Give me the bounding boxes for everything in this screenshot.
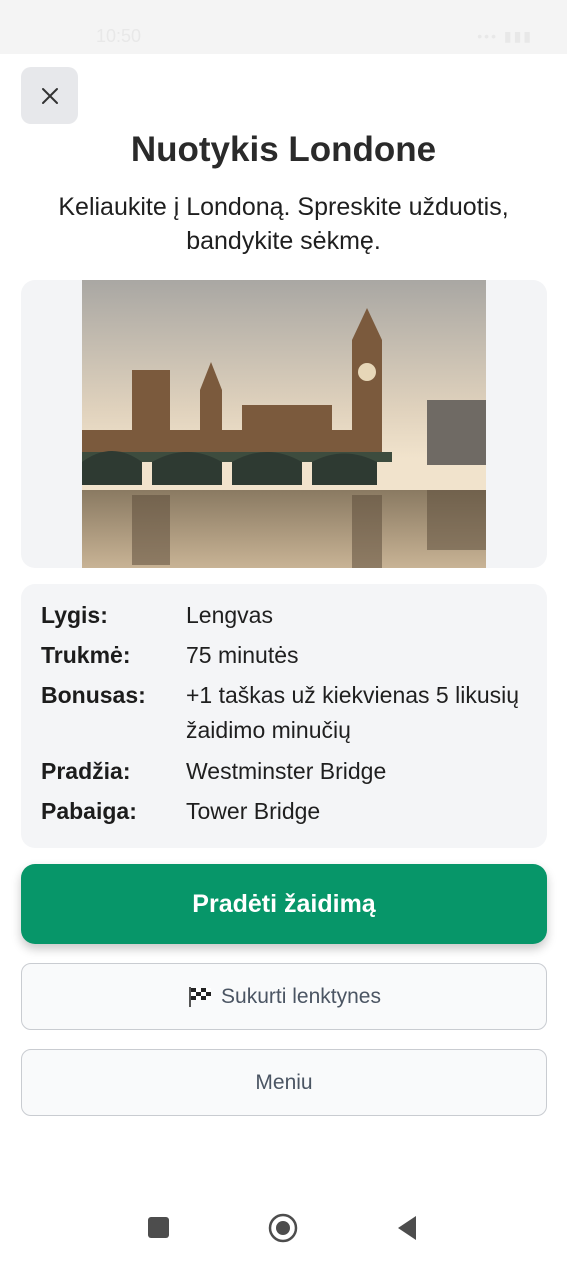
- info-value: Tower Bridge: [186, 798, 321, 824]
- menu-button[interactable]: Meniu: [21, 1049, 547, 1116]
- game-info-card: Lygis: Lengvas Trukmė: 75 minutės Bonusa…: [21, 584, 547, 848]
- info-label: Bonusas:: [41, 682, 146, 708]
- create-race-label: Sukurti lenktynes: [221, 984, 381, 1008]
- create-race-button[interactable]: Sukurti lenktynes: [21, 963, 547, 1030]
- status-time: 10:50: [96, 26, 142, 46]
- info-label: Trukmė:: [41, 642, 131, 668]
- menu-label: Meniu: [255, 1070, 313, 1094]
- back-button[interactable]: [396, 1215, 418, 1241]
- system-nav-bar: [0, 1190, 567, 1262]
- start-game-label: Pradėti žaidimą: [192, 889, 376, 918]
- page-subtitle: Keliaukite į Londoną. Spreskite užduotis…: [58, 193, 509, 255]
- info-label: Pabaiga:: [41, 798, 137, 824]
- info-value: 75 minutės: [186, 642, 299, 668]
- status-icons: ••• ▮▮▮: [477, 28, 533, 44]
- recents-button[interactable]: [148, 1217, 169, 1238]
- info-label: Pradžia:: [41, 758, 131, 784]
- start-game-button[interactable]: Pradėti žaidimą: [21, 864, 547, 944]
- status-bar: 10:50 ••• ▮▮▮: [0, 0, 567, 54]
- close-button[interactable]: [21, 67, 78, 124]
- close-icon: [41, 87, 58, 104]
- checkered-flag-icon: [189, 986, 212, 1007]
- info-label: Lygis:: [41, 602, 108, 628]
- image-card: [21, 280, 547, 568]
- london-parliament-photo: [82, 280, 486, 568]
- page-title: Nuotykis Londone: [130, 130, 437, 169]
- info-value: Lengvas: [186, 602, 273, 628]
- info-value: +1 taškas už kiekvienas 5 likusių žaidim…: [186, 682, 520, 743]
- home-button[interactable]: [268, 1213, 298, 1243]
- info-value: Westminster Bridge: [186, 758, 387, 784]
